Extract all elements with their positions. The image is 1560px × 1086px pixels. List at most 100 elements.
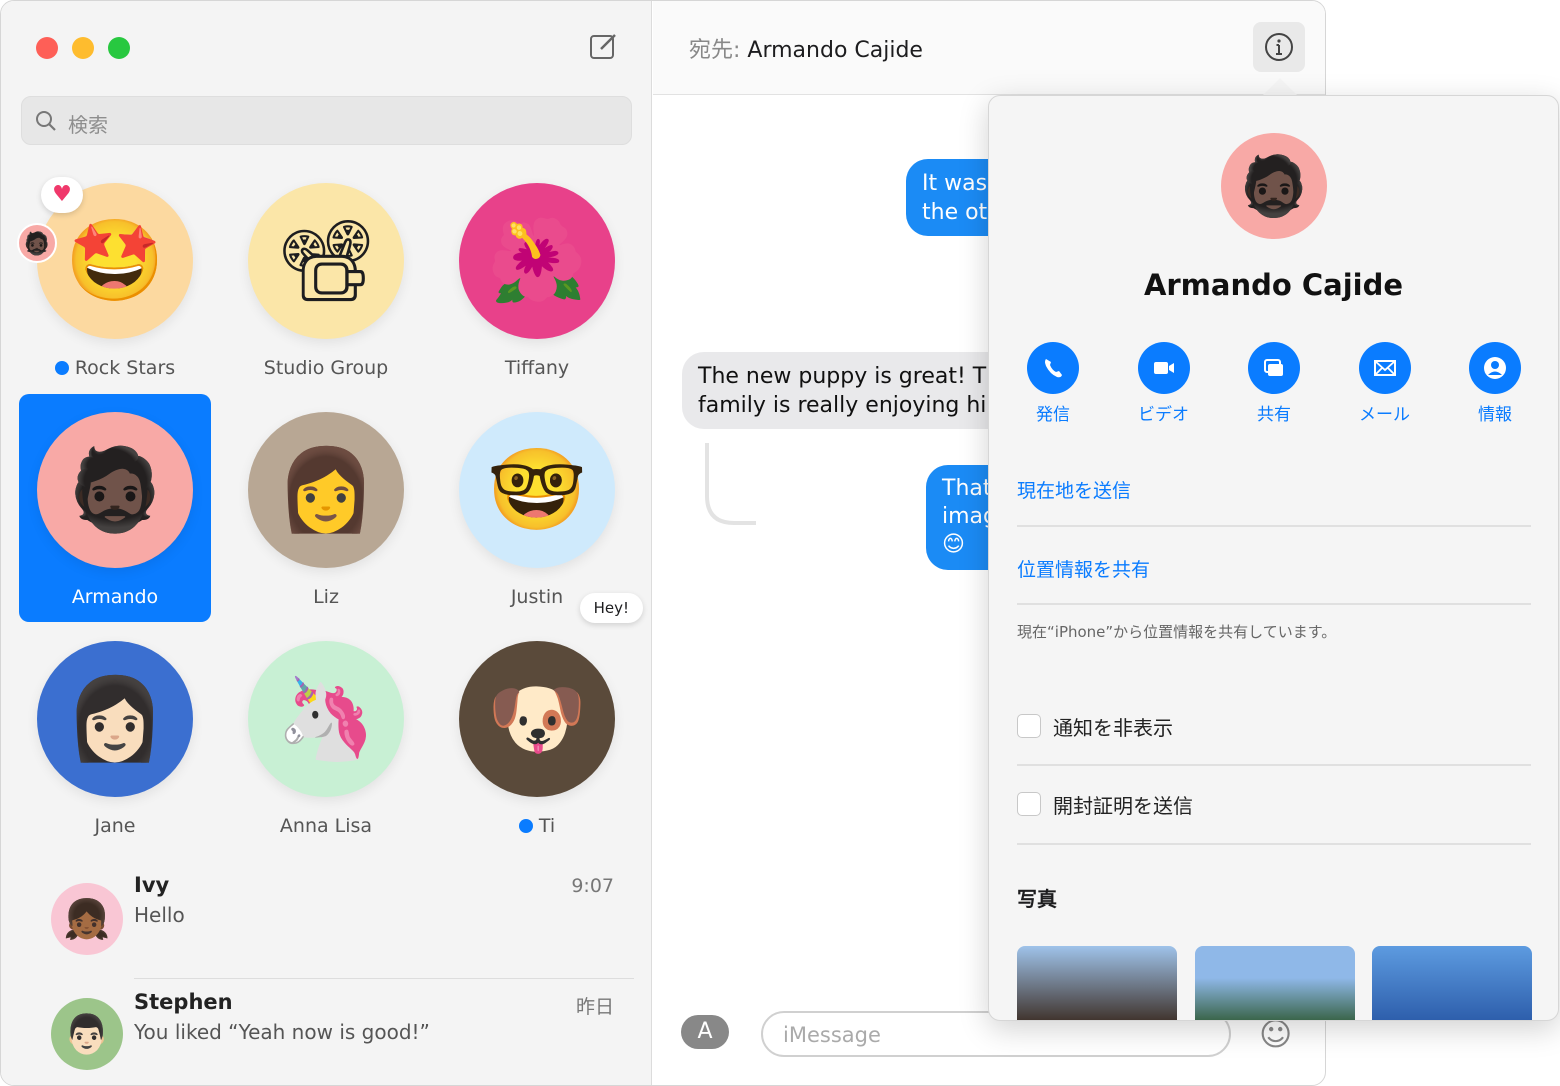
divider xyxy=(1017,525,1531,527)
compose-icon[interactable] xyxy=(589,31,619,61)
message-bubble-incoming[interactable]: The new puppy is great! Th family is real… xyxy=(682,352,1022,429)
pinned-name: Tiffany xyxy=(441,357,633,379)
avatar: 🤓 xyxy=(459,412,615,568)
send-location-link[interactable]: 現在地を送信 xyxy=(1017,476,1131,503)
conversation-time: 9:07 xyxy=(571,875,614,897)
hide-alerts-checkbox[interactable]: 通知を非表示 xyxy=(1017,711,1531,741)
pinned-name: Jane xyxy=(19,815,211,837)
search-input[interactable]: 検索 xyxy=(21,96,632,145)
checkbox-box[interactable] xyxy=(1017,714,1041,738)
pinned-conversation[interactable]: 👩 Liz xyxy=(230,394,422,622)
pinned-name: Studio Group xyxy=(230,357,422,379)
phone-icon xyxy=(1045,359,1062,378)
conversation-row[interactable]: 👨🏻 Stephen You liked “Yeah now is good!”… xyxy=(1,978,652,1085)
typing-bubble: Hey! xyxy=(579,593,643,623)
to-label: 宛先: xyxy=(689,38,741,63)
info-icon xyxy=(1265,33,1293,61)
pinned-name: Anna Lisa xyxy=(230,815,422,837)
conversation-name: Stephen xyxy=(134,990,233,1014)
pinned-label: Ti xyxy=(538,815,556,837)
avatar: 🦄 xyxy=(248,641,404,797)
message-line: The new puppy is great! Th xyxy=(698,364,1001,389)
divider xyxy=(1017,603,1531,605)
divider xyxy=(1017,843,1531,845)
unread-dot xyxy=(54,361,69,375)
action-phone-button[interactable]: 発信 xyxy=(1003,342,1103,425)
checkbox-box[interactable] xyxy=(1017,792,1041,816)
conversation-name: Ivy xyxy=(134,873,170,897)
photo-thumbnail[interactable] xyxy=(1195,946,1355,1020)
pinned-name: Rock Stars xyxy=(19,357,211,379)
photo-thumbnail[interactable] xyxy=(1017,946,1177,1020)
conversation-time: 昨日 xyxy=(575,996,614,1018)
contact-info-icon xyxy=(1484,357,1506,379)
recipient-name: Armando Cajide xyxy=(747,38,923,63)
action-video-button[interactable]: ビデオ xyxy=(1114,342,1214,425)
app-store-icon[interactable]: A xyxy=(681,1015,729,1049)
pinned-label: Anna Lisa xyxy=(279,815,373,837)
conversation-preview: You liked “Yeah now is good!” xyxy=(134,1020,430,1044)
details-popover: 🧔🏿 Armando Cajide 発信 ビデオ 共有 メール 情報 現在地を送信 位置… xyxy=(988,95,1559,1021)
contact-avatar: 🧔🏿 xyxy=(1221,133,1327,239)
pinned-conversation[interactable]: 📽 Studio Group xyxy=(230,165,422,393)
action-contact-info-button[interactable]: 情報 xyxy=(1445,342,1545,425)
zoom-button[interactable] xyxy=(108,37,130,59)
pinned-name: Ti xyxy=(441,815,633,837)
avatar: 👩🏻 xyxy=(37,641,193,797)
avatar: 📽 xyxy=(248,183,404,339)
message-placeholder: iMessage xyxy=(783,1023,881,1047)
popover-arrow xyxy=(1262,78,1298,96)
heart-reaction-icon: ♥ xyxy=(41,177,83,213)
divider xyxy=(134,978,634,979)
recipient-field[interactable]: 宛先: Armando Cajide xyxy=(689,32,923,64)
action-label: 共有 xyxy=(1257,405,1291,425)
action-label: メール xyxy=(1359,405,1410,425)
pinned-conversation[interactable]: 🦄 Anna Lisa xyxy=(230,623,422,851)
pinned-conversation[interactable]: 👩🏻 Jane xyxy=(19,623,211,851)
pinned-label: Armando xyxy=(71,586,159,608)
divider xyxy=(1017,764,1531,766)
info-button[interactable] xyxy=(1253,22,1305,72)
video-icon xyxy=(1153,362,1174,374)
mail-icon xyxy=(1373,360,1396,376)
action-screen-share-button[interactable]: 共有 xyxy=(1224,342,1324,425)
pinned-conversation[interactable]: 🧔🏿 Armando xyxy=(19,394,211,622)
pinned-name: Liz xyxy=(230,586,422,608)
avatar: 🧔🏿 xyxy=(37,412,193,568)
pinned-label: Rock Stars xyxy=(74,357,176,379)
contact-name: Armando Cajide xyxy=(1143,268,1404,302)
avatar: 👩 xyxy=(248,412,404,568)
share-location-link[interactable]: 位置情報を共有 xyxy=(1017,555,1150,582)
pinned-label: Justin xyxy=(510,586,564,608)
avatar: 🐶 xyxy=(459,641,615,797)
pinned-label: Jane xyxy=(94,815,136,837)
checkbox-label: 通知を非表示 xyxy=(1053,716,1173,740)
action-mail-button[interactable]: メール xyxy=(1335,342,1435,425)
search-placeholder: 検索 xyxy=(68,113,108,137)
unread-dot xyxy=(518,819,533,833)
sharing-note: 現在“iPhone”から位置情報を共有しています。 xyxy=(1017,623,1337,641)
pinned-conversation[interactable]: 🌺 Tiffany xyxy=(441,165,633,393)
member-avatar: 🧔🏿 xyxy=(17,223,57,263)
screen-share-icon xyxy=(1264,359,1283,376)
photos-heading: 写真 xyxy=(1017,887,1057,911)
chat-header: 宛先: Armando Cajide xyxy=(653,1,1325,95)
pinned-conversation[interactable]: 🐶 Ti Hey! xyxy=(441,593,643,851)
conversation-row[interactable]: 👧🏾 Ivy Hello 9:07 xyxy=(1,863,652,973)
action-label: 発信 xyxy=(1036,405,1070,425)
action-label: 情報 xyxy=(1478,405,1512,425)
close-button[interactable] xyxy=(36,37,58,59)
photo-thumbnail[interactable] xyxy=(1372,946,1532,1020)
pinned-label: Liz xyxy=(313,586,339,608)
pinned-conversation[interactable]: 🤩 Rock Stars ♥ 🧔🏿 xyxy=(17,165,211,393)
reply-thread-line xyxy=(705,443,756,525)
search-icon xyxy=(36,111,56,131)
action-label: ビデオ xyxy=(1138,405,1189,425)
pinned-label: Tiffany xyxy=(504,357,570,379)
avatar: 🌺 xyxy=(459,183,615,339)
sidebar: 検索 🤩 Rock Stars ♥ 🧔🏿 📽 Studio Group 🌺 Tiffan… xyxy=(1,1,652,1085)
send-read-receipts-checkbox[interactable]: 開封証明を送信 xyxy=(1017,789,1531,819)
minimize-button[interactable] xyxy=(72,37,94,59)
pinned-conversation[interactable]: 🤓 Justin xyxy=(441,394,633,622)
avatar: 👨🏻 xyxy=(51,998,123,1070)
